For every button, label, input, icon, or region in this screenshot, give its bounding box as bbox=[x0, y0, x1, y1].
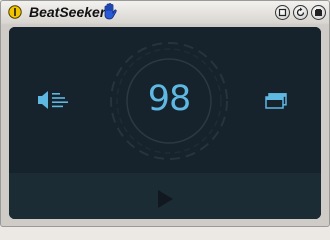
transport-bar bbox=[9, 173, 321, 219]
window-icon[interactable] bbox=[265, 93, 287, 109]
close-button[interactable] bbox=[311, 5, 326, 20]
display-area: 98 bbox=[9, 27, 321, 173]
refresh-button[interactable] bbox=[293, 5, 308, 20]
collapse-button[interactable] bbox=[275, 5, 290, 20]
bpm-display: 98 bbox=[147, 79, 192, 119]
window-title: BeatSeeker bbox=[29, 4, 106, 20]
play-icon bbox=[158, 190, 173, 208]
main-panel: 98 bbox=[9, 27, 321, 219]
title-bar[interactable]: BeatSeeker bbox=[1, 1, 329, 23]
speaker-icon[interactable] bbox=[37, 90, 73, 110]
hand-icon bbox=[104, 3, 117, 20]
app-status-icon[interactable] bbox=[8, 5, 22, 19]
play-button[interactable] bbox=[155, 189, 175, 209]
app-window: BeatSeeker 98 bbox=[0, 0, 330, 227]
